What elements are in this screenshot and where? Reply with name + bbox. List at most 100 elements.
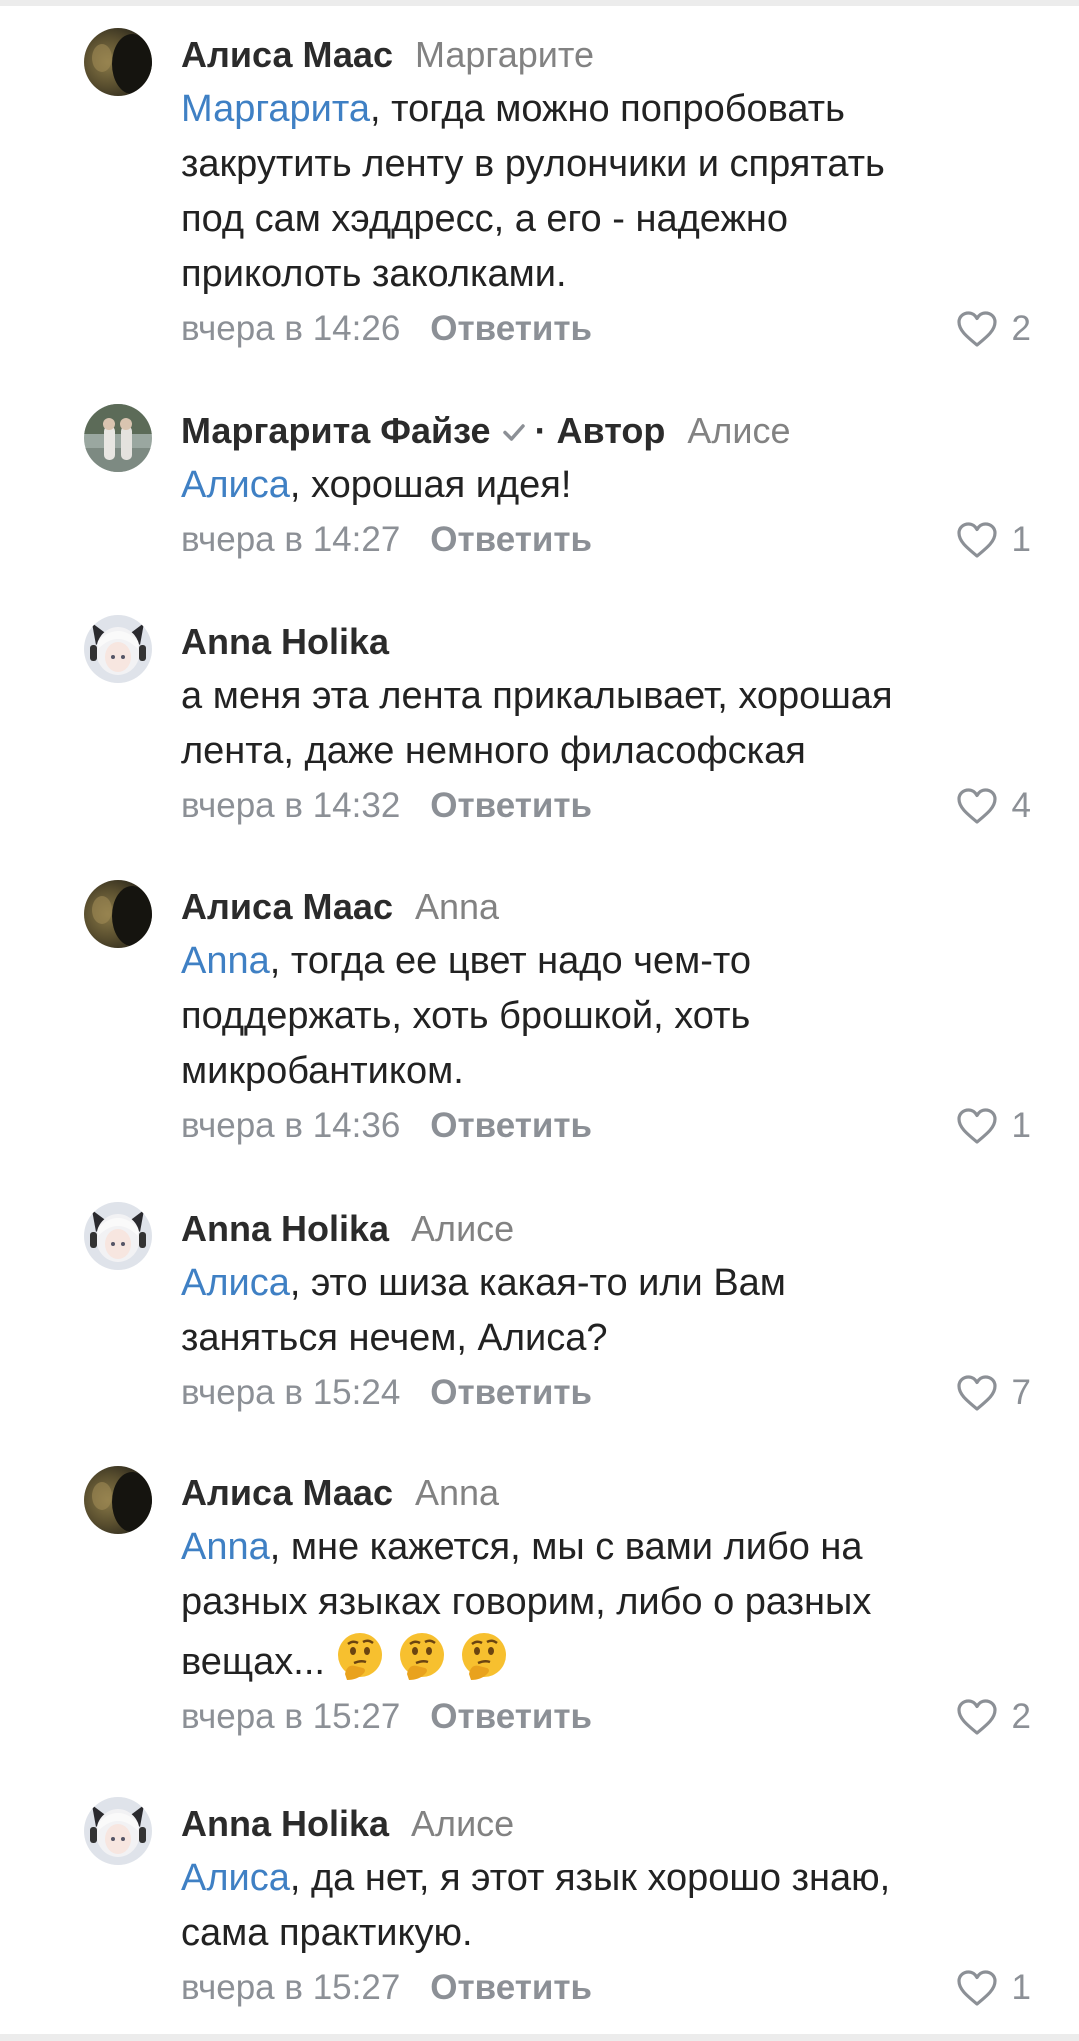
comment-text: Алиса, хорошая идея! [181,458,1031,513]
like-count: 4 [1011,786,1031,825]
mention-link[interactable]: Алиса [181,464,290,506]
comment-text: Алиса, это шиза какая-то или Вам заняться… [181,1256,1031,1366]
like-button[interactable]: 7 [956,1366,1031,1420]
comment-author[interactable]: Anna Holika [181,1803,389,1844]
comment-meta: вчера в 14:26 Ответить 2 [181,302,1031,356]
comment-author[interactable]: Anna Holika [181,621,389,662]
comment-date: вчера в 14:32 [181,786,401,825]
thinking-face-emoji-icon [399,1633,444,1680]
reply-to[interactable]: Алисе [411,1803,514,1844]
like-button[interactable]: 2 [956,302,1031,356]
heart-icon [956,1699,997,1735]
like-count: 1 [1011,520,1031,559]
comment-text-line: разных языках говорим, либо о разных [181,1581,872,1623]
comment-text-line: микробантиком. [181,1050,464,1092]
comment-meta: вчера в 14:27 Ответить 1 [181,513,1031,567]
comment-date: вчера в 15:24 [181,1373,401,1412]
like-count: 1 [1011,1106,1031,1145]
comment-header: Anna Holika Алисе [181,1202,1031,1256]
comment-text: Алиса, да нет, я этот язык хорошо знаю, с… [181,1851,1031,1961]
avatar-anime-girl-icon[interactable] [84,615,152,683]
mention-link[interactable]: Алиса [181,1857,290,1899]
like-count: 2 [1011,309,1031,348]
comment-author[interactable]: Маргарита Файзе [181,410,491,451]
comment-date: вчера в 14:26 [181,309,401,348]
bottom-divider [0,2034,1079,2041]
avatar-anime-girl-icon[interactable] [84,1797,152,1865]
comment-date: вчера в 14:36 [181,1106,401,1145]
comment-text-line: Алиса, это шиза какая-то или Вам [181,1262,786,1304]
reply-to[interactable]: Алисе [687,410,790,451]
reply-button[interactable]: Ответить [430,309,592,348]
comment-header: Алиса Маас Маргарите [181,28,1031,82]
comment-text-line: приколоть заколками. [181,253,567,295]
reply-button[interactable]: Ответить [430,1106,592,1145]
like-count: 7 [1011,1373,1031,1412]
like-button[interactable]: 1 [956,1961,1031,2015]
comment-text: Маргарита, тогда можно попробовать закрут… [181,82,1031,302]
comment-author[interactable]: Anna Holika [181,1208,389,1249]
heart-icon [956,1375,997,1411]
comment-text-line: закрутить ленту в рулончики и спрятать [181,143,885,185]
comment-text-line: Маргарита, тогда можно попробовать [181,88,845,130]
heart-icon [956,522,997,558]
heart-icon [956,1970,997,2006]
comment-text-line: лента, даже немного филасофская [181,730,806,772]
thinking-face-emoji-icon [337,1633,382,1680]
comment-author[interactable]: Алиса Маас [181,34,393,75]
avatar-anime-girl-icon[interactable] [84,1202,152,1270]
avatar-dark-photo-icon[interactable] [84,28,152,96]
reply-button[interactable]: Ответить [430,1373,592,1412]
comment-author[interactable]: Алиса Маас [181,1472,393,1513]
avatar-outdoor-photo-icon[interactable] [84,404,152,472]
reply-button[interactable]: Ответить [430,520,592,559]
comment-text-line: поддержать, хоть брошкой, хоть [181,995,751,1037]
comment-text-line: Алиса, хорошая идея! [181,464,572,506]
top-divider [0,0,1079,6]
comment-author[interactable]: Алиса Маас [181,886,393,927]
author-tag: · Автор [534,410,666,451]
comment-header: Алиса Маас Anna [181,880,1031,934]
comment-header: Маргарита Файзе · Автор Алисе [181,404,1031,458]
reply-button[interactable]: Ответить [430,1697,592,1736]
mention-link[interactable]: Маргарита [181,88,370,130]
comment-text-line: Anna, тогда ее цвет надо чем-то [181,940,751,982]
mention-link[interactable]: Anna [181,1526,270,1568]
comment-date: вчера в 14:27 [181,520,401,559]
like-button[interactable]: 1 [956,1099,1031,1153]
comment-date: вчера в 15:27 [181,1968,401,2007]
avatar-dark-photo-icon[interactable] [84,880,152,948]
heart-icon [956,1108,997,1144]
comment-header: Алиса Маас Anna [181,1466,1031,1520]
comment-text: Anna, мне кажется, мы с вами либо на разн… [181,1520,1031,1690]
comment-meta: вчера в 14:36 Ответить 1 [181,1099,1031,1153]
like-count: 2 [1011,1697,1031,1736]
like-button[interactable]: 4 [956,779,1031,833]
like-count: 1 [1011,1968,1031,2007]
verified-check-icon [502,424,525,441]
reply-to[interactable]: Anna [415,886,499,927]
thinking-face-emoji-icon [461,1633,506,1680]
comment-meta: вчера в 14:32 Ответить 4 [181,779,1031,833]
comment-meta: вчера в 15:27 Ответить 2 [181,1690,1031,1744]
like-button[interactable]: 1 [956,513,1031,567]
comment-header: Anna Holika [181,615,1031,669]
heart-icon [956,788,997,824]
comment-text-line: заняться нечем, Алиса? [181,1317,608,1359]
heart-icon [956,311,997,347]
comment-date: вчера в 15:27 [181,1697,401,1736]
avatar-dark-photo-icon[interactable] [84,1466,152,1534]
reply-to[interactable]: Anna [415,1472,499,1513]
comment-text-line: Алиса, да нет, я этот язык хорошо знаю, [181,1857,891,1899]
reply-to[interactable]: Маргарите [415,34,594,75]
mention-link[interactable]: Anna [181,940,270,982]
comment-header: Anna Holika Алисе [181,1797,1031,1851]
comment-text-line: а меня эта лента прикалывает, хорошая [181,675,893,717]
comment-text-line: сама практикую. [181,1912,473,1954]
reply-button[interactable]: Ответить [430,1968,592,2007]
reply-button[interactable]: Ответить [430,786,592,825]
comment-text: Anna, тогда ее цвет надо чем-то поддержат… [181,934,1031,1099]
reply-to[interactable]: Алисе [411,1208,514,1249]
mention-link[interactable]: Алиса [181,1262,290,1304]
like-button[interactable]: 2 [956,1690,1031,1744]
